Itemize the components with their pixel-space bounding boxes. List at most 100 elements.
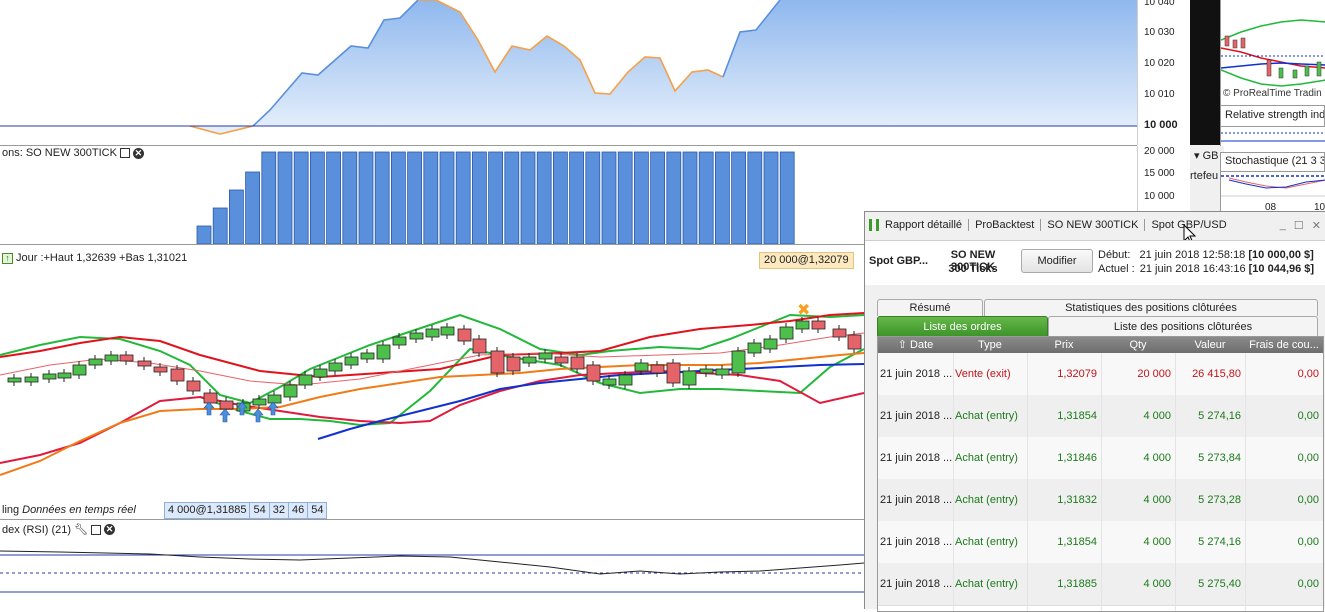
cell-type: Achat (entry) <box>955 536 1018 548</box>
position-bar <box>747 151 763 244</box>
cell-frais: 0,00 <box>1297 368 1319 380</box>
candlestick <box>267 394 282 404</box>
window-tabs: Rapport détaillé ProBacktest SO NEW 300T… <box>865 212 1325 238</box>
cell-date: 21 juin 2018 ... <box>880 410 952 422</box>
dropdown-gb[interactable]: ▾ GB <box>1190 146 1224 166</box>
backtest-info: Spot GBP... SO NEW 300TICK 300 Ticks Mod… <box>865 240 1325 285</box>
close-window-icon[interactable]: ✕ <box>1312 219 1321 232</box>
tab-probacktest[interactable]: ProBacktest <box>969 219 1042 231</box>
candlestick <box>360 352 375 360</box>
candlestick <box>219 400 234 410</box>
window-icon[interactable] <box>119 148 130 158</box>
cell-qty: 4 000 <box>1143 578 1171 590</box>
position-bar <box>585 151 601 244</box>
candlestick <box>203 392 218 404</box>
candlestick <box>763 338 778 350</box>
mini-chart[interactable]: © ProRealTime Tradin <box>1220 0 1325 105</box>
cell-date: 21 juin 2018 ... <box>880 368 952 380</box>
candlestick <box>7 377 22 383</box>
candlestick <box>538 352 553 360</box>
candlestick <box>747 342 762 354</box>
collapse-icon[interactable]: ↑ <box>2 252 13 264</box>
equity-tick: 10 010 <box>1144 89 1175 100</box>
position-bar <box>504 151 520 244</box>
candlestick <box>298 374 313 386</box>
position-pane-label: ons: SO NEW 300TICK ✕ <box>0 147 146 159</box>
dark-panel <box>1190 0 1220 145</box>
column-header-value[interactable]: Valeur <box>1175 337 1245 353</box>
tab-detailed-report[interactable]: Rapport détaillé <box>879 219 970 231</box>
column-header-type[interactable]: Type <box>953 337 1027 353</box>
position-badge: 4 000@1,31885 54 32 46 54 <box>164 502 328 519</box>
equity-scale: 10 040 10 030 10 020 10 010 10 000 <box>1137 0 1191 145</box>
candlestick <box>847 334 862 350</box>
rsi-pane-label: dex (RSI) (21) 🔧︎ ✕ <box>0 523 118 536</box>
candlestick <box>795 320 810 330</box>
tab-strategy[interactable]: SO NEW 300TICK <box>1041 219 1146 231</box>
cell-valeur: 5 274,16 <box>1198 410 1241 422</box>
sell-marker-icon: ✖ <box>797 300 810 319</box>
position-bar <box>520 151 536 244</box>
position-badge-count: 46 <box>289 503 309 518</box>
candlestick <box>522 356 537 364</box>
candlestick <box>283 384 298 398</box>
position-bar <box>715 151 730 244</box>
tab-order-list[interactable]: Liste des ordres <box>877 316 1048 336</box>
cell-prix: 1,31854 <box>1057 410 1097 422</box>
tab-closed-positions-list[interactable]: Liste des positions clôturées <box>1048 316 1318 336</box>
start-capital: [10 000,00 $] <box>1248 249 1314 261</box>
cell-valeur: 5 274,16 <box>1198 536 1241 548</box>
backtest-report-window[interactable]: Rapport détaillé ProBacktest SO NEW 300T… <box>864 211 1325 612</box>
rsi-window-label: Relative strength indi <box>1220 105 1325 127</box>
maximize-icon[interactable]: ☐ <box>1294 219 1304 232</box>
candlestick <box>570 356 585 370</box>
gb-label: GB <box>1202 150 1219 162</box>
position-bar <box>601 151 617 244</box>
cell-prix: 1,31832 <box>1057 494 1097 506</box>
position-tick: 15 000 <box>1144 168 1175 179</box>
close-icon[interactable]: ✕ <box>132 147 144 159</box>
start-info: Début: 21 juin 2018 12:58:18 [10 000,00 … <box>1098 249 1314 261</box>
candlestick <box>682 370 697 386</box>
position-bar <box>342 151 358 244</box>
position-bar <box>763 151 779 244</box>
position-bar <box>731 151 746 244</box>
column-header-date[interactable]: ⇧ Date <box>878 337 953 353</box>
equity-tick: 10 040 <box>1144 0 1175 8</box>
position-bar <box>228 189 244 244</box>
position-bar <box>277 151 293 244</box>
equity-curve-pane[interactable] <box>0 0 1137 145</box>
column-divider <box>1101 353 1102 611</box>
position-bar <box>212 207 228 244</box>
position-bar <box>536 151 552 244</box>
cell-date: 21 juin 2018 ... <box>880 452 952 464</box>
candlestick <box>24 376 39 383</box>
cell-frais: 0,00 <box>1297 452 1319 464</box>
order-table[interactable]: ⇧ Date Type Prix Qty Valeur Frais de cou… <box>877 336 1324 612</box>
cell-type: Achat (entry) <box>955 494 1018 506</box>
tab-summary[interactable]: Résumé <box>877 299 983 316</box>
tab-closed-positions-stats[interactable]: Statistiques des positions clôturées <box>984 299 1318 316</box>
column-header-fees[interactable]: Frais de cou... <box>1245 337 1323 353</box>
window-icon[interactable] <box>91 524 102 535</box>
wrench-icon[interactable]: 🔧︎ <box>74 523 88 536</box>
current-date: 21 juin 2018 16:43:16 <box>1139 263 1246 275</box>
column-header-price[interactable]: Prix <box>1027 337 1101 353</box>
candlestick <box>602 378 617 386</box>
modify-button[interactable]: Modifier <box>1021 249 1093 273</box>
buy-arrow-icon <box>219 408 231 423</box>
position-bar <box>245 171 261 244</box>
position-bar <box>326 151 342 244</box>
cell-frais: 0,00 <box>1297 578 1319 590</box>
close-icon[interactable]: ✕ <box>104 524 116 535</box>
candlestick <box>313 368 328 378</box>
cell-date: 21 juin 2018 ... <box>880 536 952 548</box>
minimize-icon[interactable]: _ <box>1280 219 1286 232</box>
candlestick <box>425 328 440 338</box>
column-date-label: Date <box>910 339 934 351</box>
column-divider <box>1175 353 1176 611</box>
cell-qty: 4 000 <box>1143 410 1171 422</box>
cell-qty: 4 000 <box>1143 452 1171 464</box>
candlestick <box>170 368 185 382</box>
column-header-qty[interactable]: Qty <box>1101 337 1175 353</box>
